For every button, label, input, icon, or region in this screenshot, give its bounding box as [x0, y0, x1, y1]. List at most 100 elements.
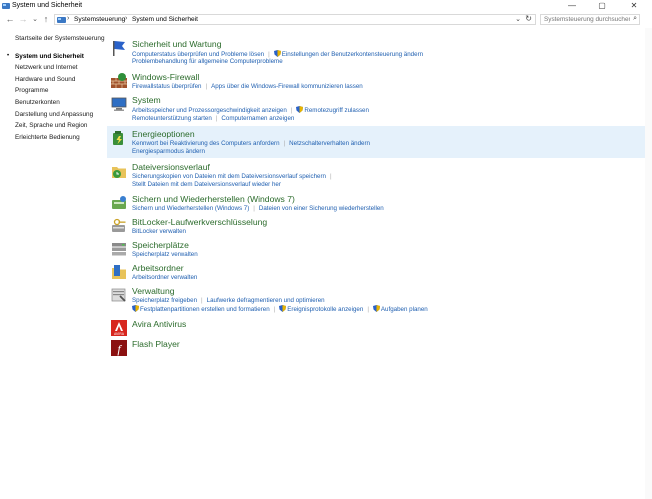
sidebar-item-netzwerk[interactable]: Netzwerk und Internet — [15, 64, 78, 71]
category-title[interactable]: Sicherheit und Wartung — [132, 39, 222, 49]
link-divider: | — [283, 140, 286, 147]
uac-shield-icon — [296, 106, 304, 113]
task-link[interactable]: Einstellungen der Benutzerkontensteuerun… — [282, 51, 423, 58]
link-row: Energiesparmodus ändern — [132, 148, 205, 155]
file-history-icon — [112, 167, 126, 178]
task-link[interactable]: Stellt Dateien mit dem Dateiversionsverl… — [132, 181, 281, 188]
category-title[interactable]: Arbeitsordner — [132, 263, 184, 273]
control-panel-icon — [57, 17, 66, 23]
task-link[interactable]: Arbeitsordner verwalten — [132, 274, 197, 281]
category-title[interactable]: System — [132, 95, 161, 105]
recent-locations-button[interactable]: ⌄ — [30, 14, 40, 25]
link-row: Remoteunterstützung starten | Computername… — [132, 115, 294, 122]
link-divider: | — [329, 173, 332, 180]
breadcrumb-separator: › — [125, 15, 128, 22]
link-divider: | — [215, 115, 218, 122]
window-title: System und Sicherheit — [12, 2, 83, 9]
category-bitlocker: BitLocker-Laufwerkverschlüsselung BitLoc… — [107, 214, 645, 236]
category-verwaltung: Verwaltung Speicherplatz freigeben | Laufw… — [107, 283, 645, 315]
task-link[interactable]: Energiesparmodus ändern — [132, 148, 205, 155]
address-dropdown-icon[interactable]: ⌄ — [515, 15, 521, 23]
task-link[interactable]: Sicherungskopien von Dateien mit dem Dat… — [132, 173, 326, 180]
category-windows-firewall: Windows-Firewall Firewallstatus überprüf… — [107, 69, 645, 91]
category-avira-antivirus: AVIRA Avira Antivirus — [107, 316, 645, 336]
back-button[interactable]: ← — [5, 14, 15, 25]
task-link[interactable]: Laufwerke defragmentieren und optimieren — [207, 297, 325, 304]
link-row: Speicherplatz freigeben | Laufwerke defrag… — [132, 297, 325, 304]
category-title[interactable]: BitLocker-Laufwerkverschlüsselung — [132, 217, 267, 227]
close-button[interactable]: ✕ — [620, 0, 648, 12]
link-row: Festplattenpartitionen erstellen und for… — [132, 305, 428, 313]
link-divider: | — [290, 107, 293, 114]
category-flash-player: f Flash Player — [107, 336, 645, 356]
sidebar-item-benutzerkonten[interactable]: Benutzerkonten — [15, 99, 60, 106]
uac-shield-icon — [372, 305, 380, 312]
sidebar-item-darstellung[interactable]: Darstellung und Anpassung — [15, 111, 93, 118]
task-link[interactable]: Arbeitsspeicher und Prozessorgeschwindig… — [132, 107, 287, 114]
sidebar-item-hardware[interactable]: Hardware und Sound — [15, 76, 75, 83]
address-bar[interactable]: › Systemsteuerung › System und Sicherhei… — [54, 14, 536, 25]
current-item-bullet: • — [7, 53, 10, 59]
task-link[interactable]: Firewallstatus überprüfen — [132, 83, 201, 90]
uac-shield-icon — [273, 50, 281, 57]
up-button[interactable]: ↑ — [41, 14, 51, 25]
category-title[interactable]: Verwaltung — [132, 286, 175, 296]
flag-icon — [113, 41, 125, 56]
sidebar-item-startseite[interactable]: Startseite der Systemsteuerung — [15, 35, 105, 42]
task-link[interactable]: Sichern und Wiederherstellen (Windows 7) — [132, 205, 249, 212]
task-link[interactable]: Dateien von einer Sicherung wiederherste… — [259, 205, 384, 212]
scrollbar[interactable] — [645, 28, 652, 499]
power-icon — [113, 131, 123, 145]
task-link[interactable]: Speicherplatz freigeben — [132, 297, 197, 304]
category-arbeitsordner: Arbeitsordner Arbeitsordner verwalten — [107, 260, 645, 282]
task-link[interactable]: Festplattenpartitionen erstellen und for… — [140, 306, 270, 313]
task-link[interactable]: Speicherplatz verwalten — [132, 251, 198, 258]
task-link[interactable]: Apps über die Windows-Firewall kommunizi… — [211, 83, 363, 90]
search-box[interactable]: ⌕ — [540, 14, 640, 25]
search-input[interactable] — [541, 15, 630, 24]
sidebar-item-erleichterte-bedienung[interactable]: Erleichterte Bedienung — [15, 134, 80, 141]
task-link[interactable]: Problembehandlung für allgemeine Compute… — [132, 58, 283, 65]
task-link[interactable]: Computernamen anzeigen — [221, 115, 294, 122]
breadcrumb-system-und-sicherheit[interactable]: System und Sicherheit — [132, 16, 198, 23]
backup-icon — [112, 196, 126, 209]
sidebar-item-system-und-sicherheit[interactable]: System und Sicherheit — [15, 53, 84, 60]
category-title[interactable]: Speicherplätze — [132, 240, 189, 250]
link-divider: | — [367, 306, 369, 313]
minimize-button[interactable]: — — [558, 0, 586, 12]
control-panel-icon — [2, 3, 10, 9]
category-title[interactable]: Dateiversionsverlauf — [132, 162, 210, 172]
link-divider: | — [273, 306, 276, 313]
link-row: Arbeitsordner verwalten — [132, 274, 197, 281]
link-row: Sichern und Wiederherstellen (Windows 7)… — [132, 205, 384, 212]
breadcrumb-systemsteuerung[interactable]: Systemsteuerung — [74, 16, 125, 23]
sidebar-item-zeit-sprache[interactable]: Zeit, Sprache und Region — [15, 122, 87, 129]
link-row: Arbeitsspeicher und Prozessorgeschwindig… — [132, 106, 369, 114]
task-link[interactable]: Computerstatus überprüfen und Probleme l… — [132, 51, 264, 58]
task-link[interactable]: Ereignisprotokolle anzeigen — [287, 306, 363, 313]
search-icon[interactable]: ⌕ — [633, 15, 637, 23]
link-row: Firewallstatus überprüfen | Apps über die … — [132, 83, 363, 90]
task-link[interactable]: Netzschalterverhalten ändern — [289, 140, 370, 147]
admin-tools-icon — [111, 288, 126, 302]
category-title[interactable]: Avira Antivirus — [132, 319, 186, 329]
task-link[interactable]: Aufgaben planen — [381, 306, 428, 313]
refresh-icon[interactable]: ↻ — [525, 14, 532, 23]
task-link[interactable]: Remoteunterstützung starten — [132, 115, 212, 122]
category-title[interactable]: Flash Player — [132, 339, 180, 349]
flash-icon: f — [111, 340, 127, 356]
task-link[interactable]: Kennwort bei Reaktivierung des Computers… — [132, 140, 280, 147]
sidebar-item-programme[interactable]: Programme — [15, 87, 48, 94]
navigation-bar: ← → ⌄ ↑ › Systemsteuerung › System und S… — [0, 13, 652, 27]
task-link[interactable]: Remotezugriff zulassen — [304, 107, 369, 114]
task-link[interactable]: BitLocker verwalten — [132, 228, 186, 235]
category-title[interactable]: Energieoptionen — [132, 129, 195, 139]
breadcrumb-separator: › — [67, 15, 70, 22]
title-bar: System und Sicherheit — ▢ ✕ — [0, 0, 652, 12]
link-divider: | — [201, 297, 203, 304]
maximize-button[interactable]: ▢ — [588, 0, 616, 12]
forward-button[interactable]: → — [18, 14, 28, 25]
category-title[interactable]: Sichern und Wiederherstellen (Windows 7) — [132, 194, 295, 204]
work-folders-icon — [112, 265, 126, 279]
category-title[interactable]: Windows-Firewall — [132, 72, 199, 82]
